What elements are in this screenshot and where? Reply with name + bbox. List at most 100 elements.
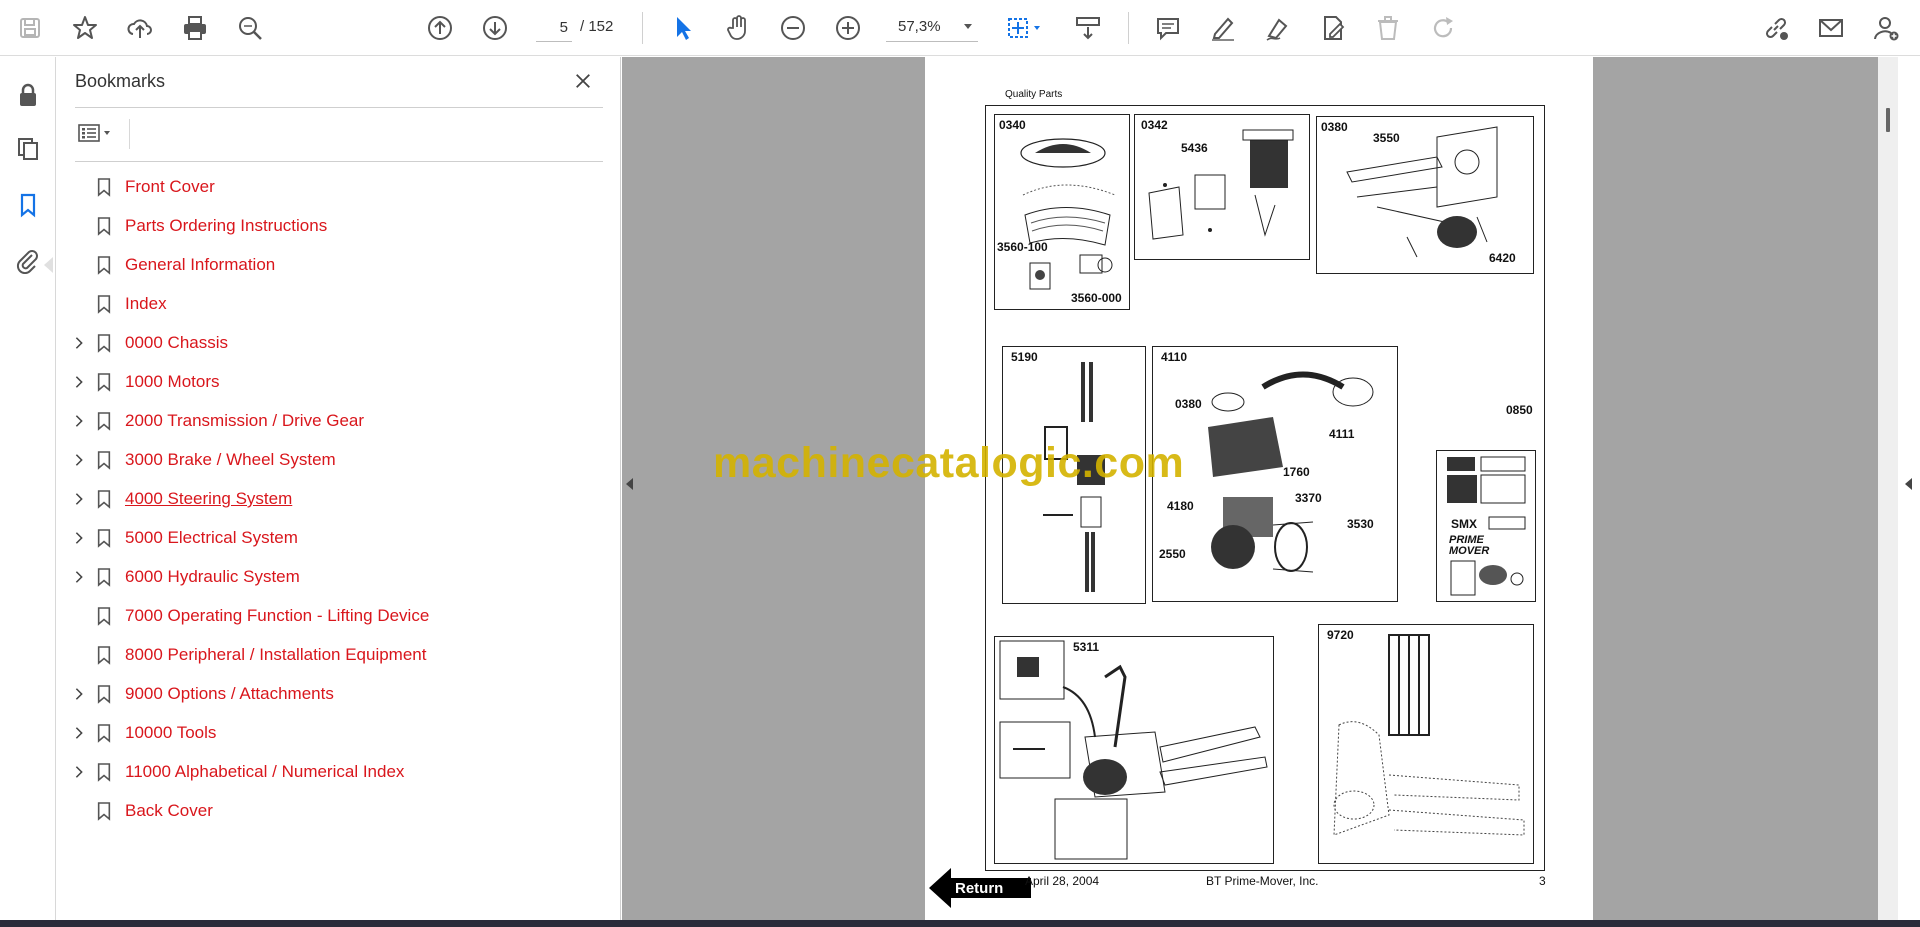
bookmark-label: 1000 Motors xyxy=(125,372,220,391)
chevron-right-icon[interactable] xyxy=(71,725,87,741)
bookmark-item[interactable]: 4000 Steering System xyxy=(57,481,617,517)
upload-cloud-icon[interactable] xyxy=(122,10,158,46)
bookmark-options-button[interactable] xyxy=(77,119,121,147)
zoom-level-select[interactable]: 57,3% xyxy=(886,14,978,42)
expand-panel-right-icon[interactable] xyxy=(1905,478,1912,490)
next-page-icon[interactable] xyxy=(477,10,513,46)
watermark-text: machinecatalogic.com xyxy=(713,439,1185,487)
bookmark-label: 11000 Alphabetical / Numerical Index xyxy=(125,762,405,781)
chevron-right-icon[interactable] xyxy=(71,335,87,351)
bookmark-item[interactable]: Parts Ordering Instructions xyxy=(57,208,617,244)
part-drawing-control-unit xyxy=(1148,129,1294,240)
bookmark-label: Index xyxy=(125,294,167,313)
part-drawing-light-cover xyxy=(1020,138,1116,290)
part-box-5311: 5311 xyxy=(994,636,1274,864)
lock-icon[interactable] xyxy=(10,77,46,113)
bookmark-item[interactable]: 3000 Brake / Wheel System xyxy=(57,442,617,478)
return-button-label[interactable]: Return xyxy=(955,880,1003,897)
scrollbar-thumb[interactable] xyxy=(1886,108,1890,132)
bookmark-star-icon[interactable] xyxy=(67,10,103,46)
bookmark-flag-icon xyxy=(95,371,113,393)
page-number-input[interactable] xyxy=(536,14,572,42)
chevron-right-icon[interactable] xyxy=(71,374,87,390)
bookmark-item[interactable]: General Information xyxy=(57,247,617,283)
chevron-right-icon[interactable] xyxy=(71,413,87,429)
rotate-icon[interactable] xyxy=(1425,10,1461,46)
previous-page-icon[interactable] xyxy=(422,10,458,46)
attachments-paperclip-icon[interactable] xyxy=(10,243,46,279)
bookmark-item[interactable]: 7000 Operating Function - Lifting Device xyxy=(57,598,617,634)
zoom-level-value: 57,3% xyxy=(898,18,941,35)
hand-tool-icon[interactable] xyxy=(720,10,756,46)
chevron-right-icon[interactable] xyxy=(71,452,87,468)
bookmark-label: Parts Ordering Instructions xyxy=(125,216,328,235)
chevron-right-icon[interactable] xyxy=(71,530,87,546)
page-header: Quality Parts xyxy=(1005,89,1063,100)
part-number: 3370 xyxy=(1295,491,1322,505)
main-toolbar: / 152 57,3% xyxy=(0,0,1920,56)
print-icon[interactable] xyxy=(177,10,213,46)
email-icon[interactable] xyxy=(1813,10,1849,46)
page-thumbnails-icon[interactable] xyxy=(10,131,46,167)
bookmark-flag-icon xyxy=(95,254,113,276)
bookmark-item[interactable]: Index xyxy=(57,286,617,322)
sign-pen-icon[interactable] xyxy=(1260,10,1296,46)
scroll-mode-icon[interactable] xyxy=(1070,10,1106,46)
chevron-right-icon[interactable] xyxy=(71,569,87,585)
panel-divider xyxy=(129,119,130,149)
bookmark-label: Front Cover xyxy=(125,177,215,196)
fit-page-icon[interactable] xyxy=(1000,10,1048,46)
bookmark-item[interactable]: 9000 Options / Attachments xyxy=(57,676,617,712)
close-icon[interactable] xyxy=(571,69,595,93)
share-link-icon[interactable] xyxy=(1758,10,1794,46)
navigation-rail xyxy=(0,57,56,920)
comment-icon[interactable] xyxy=(1150,10,1186,46)
part-number: 0850 xyxy=(1506,403,1533,417)
chevron-right-icon[interactable] xyxy=(71,764,87,780)
bookmark-flag-icon xyxy=(95,488,113,510)
bookmark-item[interactable]: 0000 Chassis xyxy=(57,325,617,361)
bookmark-flag-icon xyxy=(95,605,113,627)
bookmark-label: 3000 Brake / Wheel System xyxy=(125,450,336,469)
part-number: 4111 xyxy=(1329,427,1355,441)
bookmark-item[interactable]: 1000 Motors xyxy=(57,364,617,400)
bookmark-label: 5000 Electrical System xyxy=(125,528,298,547)
select-cursor-icon[interactable] xyxy=(665,10,701,46)
bookmark-item[interactable]: Back Cover xyxy=(57,793,617,829)
part-box-0342: 0342 5436 xyxy=(1134,114,1310,260)
panel-divider xyxy=(75,161,603,162)
pdf-page: Quality Parts 0340 3560-100 3560-000 034… xyxy=(925,57,1593,920)
highlight-pen-icon[interactable] xyxy=(1205,10,1241,46)
toolbar-divider xyxy=(642,12,643,44)
part-number: 1760 xyxy=(1283,465,1310,479)
bookmark-item[interactable]: 2000 Transmission / Drive Gear xyxy=(57,403,617,439)
bookmarks-panel-icon[interactable] xyxy=(10,187,46,223)
find-zoom-icon[interactable] xyxy=(232,10,268,46)
bookmark-item[interactable]: 10000 Tools xyxy=(57,715,617,751)
bookmark-flag-icon xyxy=(95,449,113,471)
part-number: 5436 xyxy=(1181,141,1208,155)
bookmark-flag-icon xyxy=(95,566,113,588)
chevron-right-icon[interactable] xyxy=(71,491,87,507)
chevron-down-icon xyxy=(964,24,972,29)
collapse-panel-left-icon[interactable] xyxy=(626,478,633,490)
bookmark-flag-icon xyxy=(95,761,113,783)
part-box-4110: 4110 0380 4111 1760 4180 3370 3530 2550 xyxy=(1152,346,1398,602)
account-icon[interactable] xyxy=(1868,10,1904,46)
chevron-right-icon[interactable] xyxy=(71,686,87,702)
bookmark-item[interactable]: 5000 Electrical System xyxy=(57,520,617,556)
bookmark-item[interactable]: 8000 Peripheral / Installation Equipment xyxy=(57,637,617,673)
vertical-scrollbar[interactable] xyxy=(1878,57,1898,920)
save-icon[interactable] xyxy=(12,10,48,46)
bookmark-item[interactable]: 6000 Hydraulic System xyxy=(57,559,617,595)
edit-document-icon[interactable] xyxy=(1315,10,1351,46)
delete-trash-icon[interactable] xyxy=(1370,10,1406,46)
footer-date: April 28, 2004 xyxy=(1025,874,1100,888)
zoom-in-icon[interactable] xyxy=(830,10,866,46)
bookmark-label: 2000 Transmission / Drive Gear xyxy=(125,411,365,430)
page-frame: 0340 3560-100 3560-000 0342 5436 0380 35… xyxy=(985,105,1545,871)
bookmark-item[interactable]: 11000 Alphabetical / Numerical Index xyxy=(57,754,617,790)
bookmark-item[interactable]: Front Cover xyxy=(57,169,617,205)
bookmark-label: 10000 Tools xyxy=(125,723,217,742)
zoom-out-icon[interactable] xyxy=(775,10,811,46)
